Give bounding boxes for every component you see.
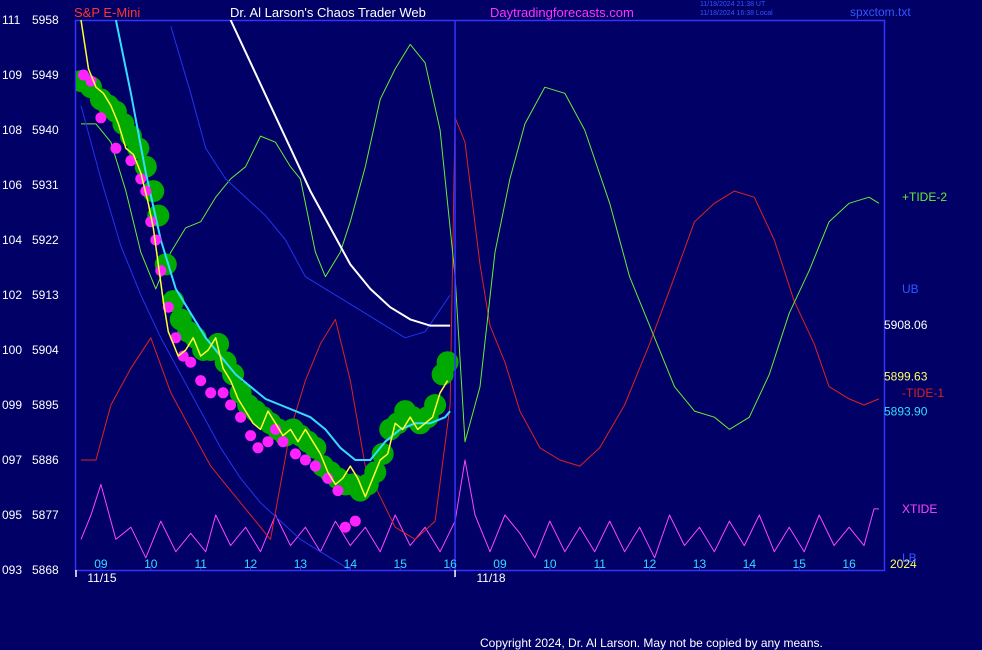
series-legend-label: -TIDE-1 [902,386,944,400]
y-tick-price-label: 5949 [32,68,59,82]
green-dot [424,394,447,416]
copyright-notice: Copyright 2024, Dr. Al Larson. May not b… [480,636,823,650]
plot-frame [74,19,886,572]
y-tick-price-label: 5922 [32,233,59,247]
series-legend-label: UB [902,282,919,296]
magenta-dot [195,375,207,387]
y-tick-phase-label: 111 [2,13,21,27]
x-tick-label: 11 [194,557,207,571]
x-date-label: 11/18 [476,571,505,585]
magenta-dot [277,436,289,448]
magenta-dot [235,411,247,423]
series-cyan-curve [114,20,451,461]
price-chart: 111 5958 109 5949 108 5940 106 5931 104 5922 102 59… [2,13,947,585]
y-tick-price-label: 5886 [32,453,59,467]
symbol-name: S&P E-Mini [74,5,141,20]
x-tick-label: 12 [643,557,657,571]
x-tick-label: 15 [394,557,408,571]
magenta-dot [309,460,321,472]
y-tick-price-label: 5931 [32,178,59,192]
value-readout-label: 5893.90 [884,405,928,419]
magenta-dot [205,387,217,399]
y-tick-price-label: 5940 [32,123,59,137]
x-tick-label: 09 [493,557,507,571]
data-file-name: spxctom.txt [850,5,911,19]
x-tick-label: 14 [743,557,757,571]
series-white-curve [229,20,451,327]
magenta-dot [339,521,351,533]
y-tick-price-label: 5958 [32,13,59,27]
x-tick-label: 13 [693,557,707,571]
x-tick-label: 12 [244,557,258,571]
magenta-dot [225,399,237,411]
magenta-dot [252,442,264,454]
x-tick-label: 11 [593,557,606,571]
magenta-dot [290,448,301,460]
magenta-dot [110,142,122,154]
site-title: Dr. Al Larson's Chaos Trader Web [230,5,426,20]
x-tick-label: 15 [793,557,807,571]
y-tick-price-label: 5895 [32,398,59,412]
magenta-dot [262,436,274,448]
x-date-label: 11/15 [87,571,116,585]
timestamp-local: 11/18/2024 16:38 Local [700,10,773,17]
y-tick-phase-label: 102 [2,288,22,302]
magenta-dot [332,485,344,497]
value-readout-label: 5908.06 [884,318,928,332]
y-tick-phase-label: 097 [2,453,22,467]
axes-layer: 111 5958 109 5949 108 5940 106 5931 104 5922 102 59… [2,13,947,585]
x-tick-label: 13 [294,557,308,571]
timestamp-utc: 11/18/2024 21:38 UT [700,1,766,8]
magenta-dot [95,112,107,124]
y-tick-phase-label: 108 [2,123,22,137]
x-tick-label: 09 [94,557,108,571]
y-tick-price-label: 5904 [32,343,59,357]
series-legend-label: LB [902,551,917,565]
value-readout-label: 5899.63 [884,370,928,384]
y-tick-price-label: 5877 [32,508,59,522]
x-tick-label: 14 [344,557,358,571]
x-tick-label: 10 [543,557,557,571]
series-xtide [80,459,879,559]
magenta-dot [217,387,229,399]
y-tick-phase-label: 099 [2,398,22,412]
y-tick-price-label: 5913 [32,288,59,302]
y-tick-phase-label: 095 [2,508,22,522]
y-tick-phase-label: 109 [2,68,22,82]
magenta-dot [185,356,197,368]
y-tick-phase-label: 106 [2,178,22,192]
x-tick-label: 10 [144,557,158,571]
magenta-dot [349,515,361,527]
magenta-dot [245,430,257,442]
x-tick-label: 16 [443,557,457,571]
x-tick-label: 16 [842,557,856,571]
y-tick-phase-label: 093 [2,563,22,577]
magenta-dot [299,454,311,466]
y-tick-price-label: 5868 [32,563,59,577]
magenta-dot [155,265,167,277]
series-ub [170,25,451,339]
y-tick-phase-label: 100 [2,343,22,357]
y-tick-phase-label: 104 [2,233,22,247]
series-legend-label: +TIDE-2 [902,190,947,204]
series-layer [76,20,880,571]
site-url[interactable]: Daytradingforecasts.com [490,5,634,20]
series-legend-label: XTIDE [902,502,937,516]
